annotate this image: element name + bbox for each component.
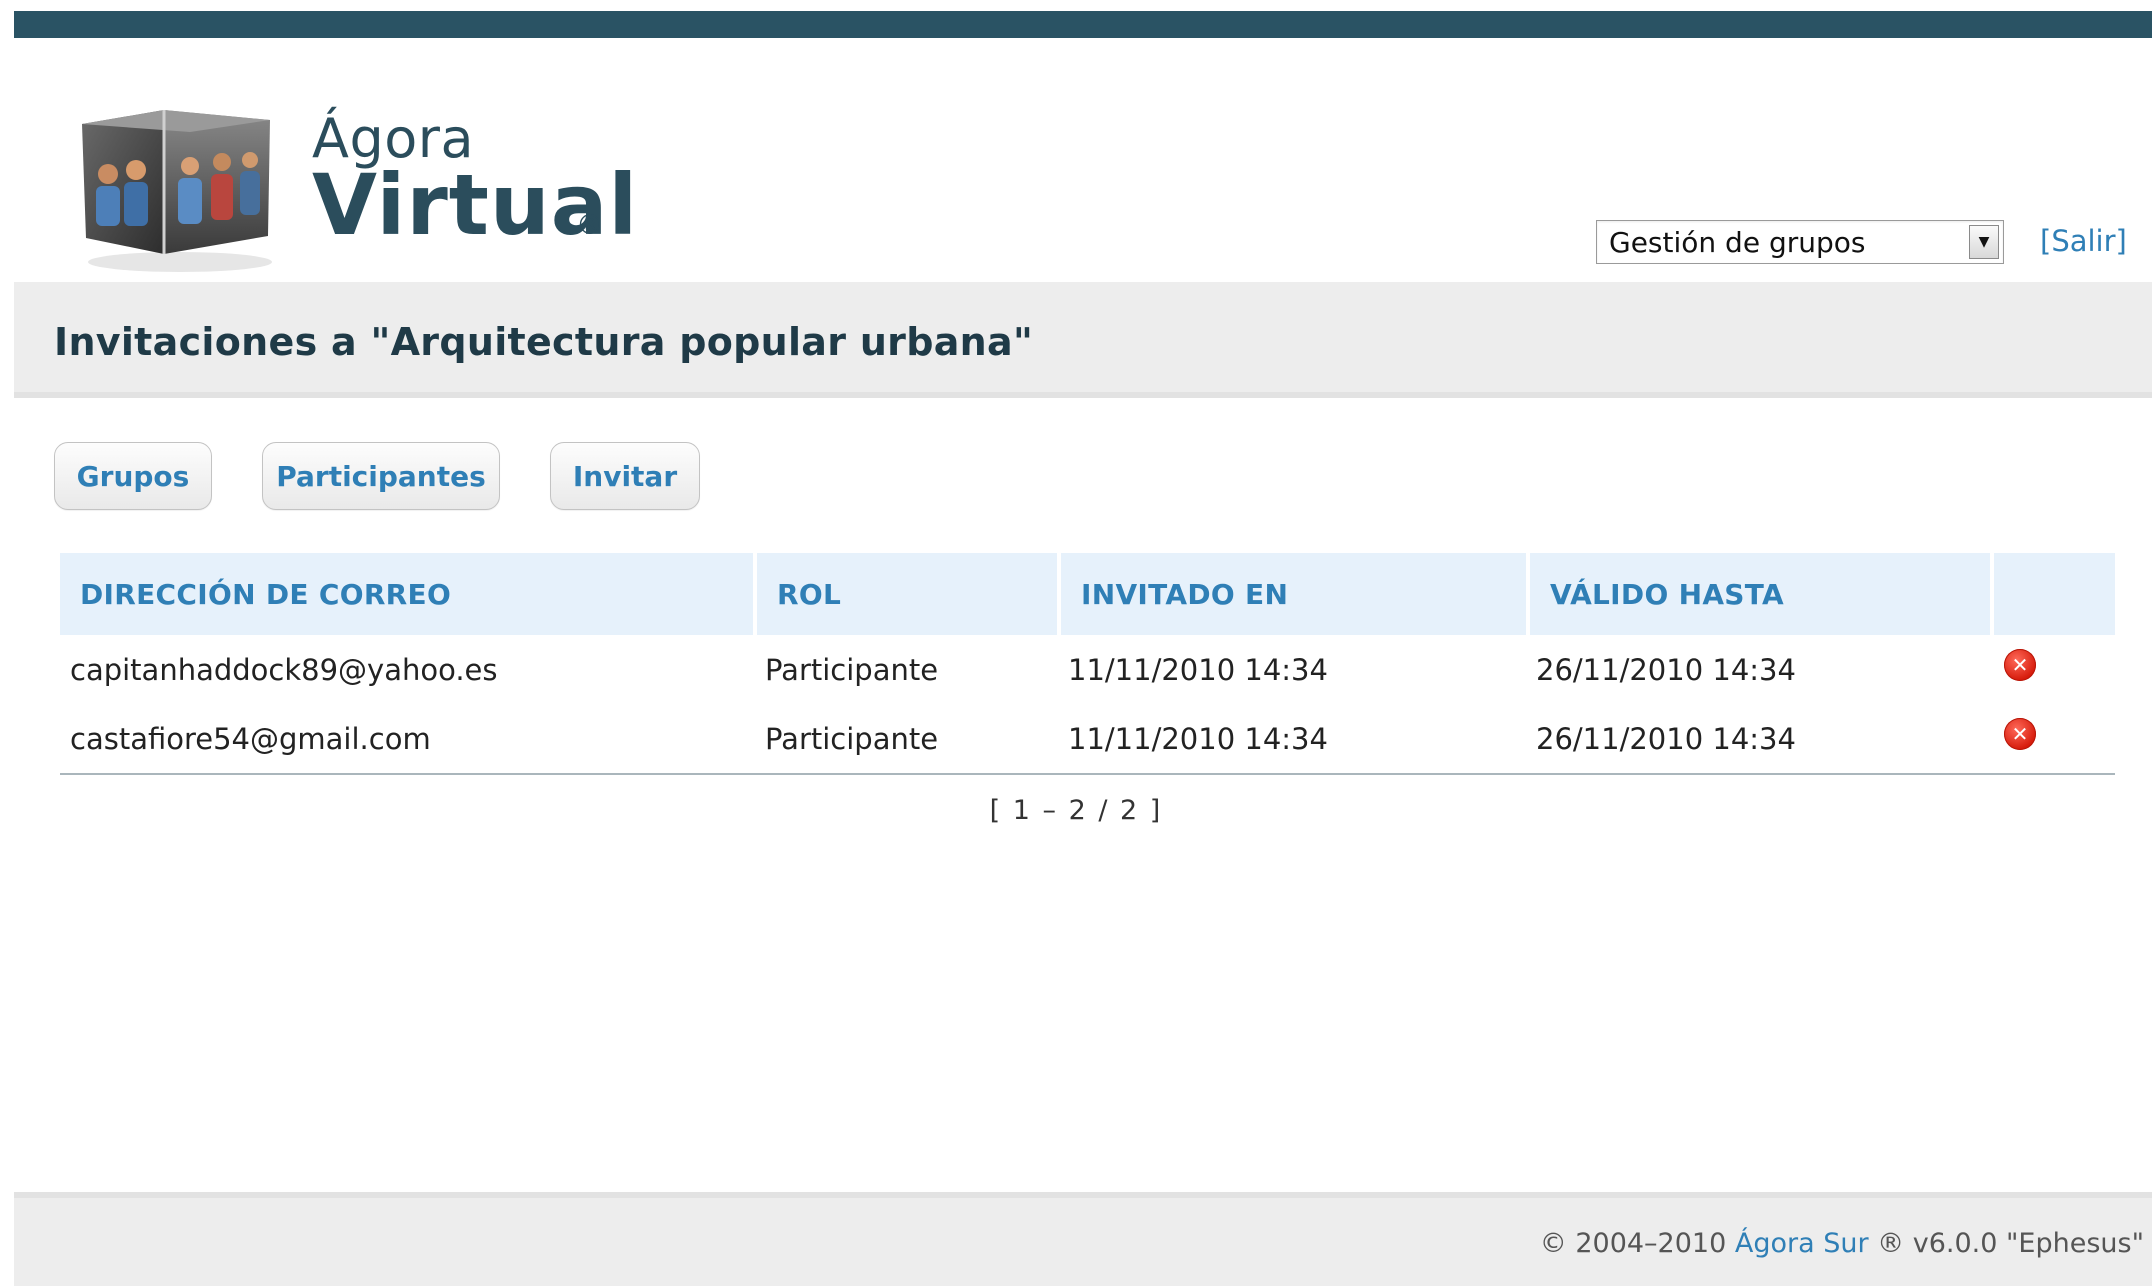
- page-title: Invitaciones a "Arquitectura popular urb…: [54, 320, 1034, 364]
- logout-link[interactable]: [Salir]: [2040, 224, 2127, 258]
- footer: © 2004–2010 Ágora Sur ® v6.0.0 "Ephesus": [14, 1192, 2152, 1286]
- chevron-down-icon[interactable]: ▼: [1969, 225, 1999, 259]
- participants-button[interactable]: Participantes: [262, 442, 500, 510]
- cell-email: capitanhaddock89@yahoo.es: [70, 652, 498, 687]
- header-role[interactable]: ROL: [757, 553, 1057, 635]
- cell-valid: 26/11/2010 14:34: [1536, 721, 1796, 756]
- registered-mark: ®: [576, 208, 604, 241]
- header-invited[interactable]: INVITADO EN: [1061, 553, 1526, 635]
- footer-text: © 2004–2010 Ágora Sur ® v6.0.0 "Ephesus": [1540, 1228, 2144, 1259]
- table-row: castafiore54@gmail.com Participante 11/1…: [60, 704, 2115, 773]
- top-bar: [14, 11, 2152, 38]
- invite-button[interactable]: Invitar: [550, 442, 700, 510]
- delete-icon[interactable]: ✕: [2004, 717, 2036, 750]
- agora-logo-icon: [82, 110, 272, 272]
- table-divider: [60, 773, 2115, 775]
- table-header: DIRECCIÓN DE CORREO ROL INVITADO EN VÁLI…: [60, 553, 2115, 635]
- section-select-value: Gestión de grupos: [1609, 225, 1866, 259]
- invitations-table: DIRECCIÓN DE CORREO ROL INVITADO EN VÁLI…: [60, 553, 2115, 775]
- section-select[interactable]: Gestión de grupos ▼: [1596, 220, 2004, 264]
- footer-copyright: © 2004–2010: [1539, 1228, 1735, 1259]
- page-edge: [0, 0, 14, 1286]
- table-row: capitanhaddock89@yahoo.es Participante 1…: [60, 635, 2115, 704]
- cell-invited: 11/11/2010 14:34: [1068, 652, 1328, 687]
- delete-icon[interactable]: ✕: [2004, 648, 2036, 681]
- header-valid[interactable]: VÁLIDO HASTA: [1530, 553, 1990, 635]
- header-email[interactable]: DIRECCIÓN DE CORREO: [60, 553, 753, 635]
- cell-email: castafiore54@gmail.com: [70, 721, 431, 756]
- pagination: [ 1 – 2 / 2 ]: [989, 795, 1163, 826]
- cell-valid: 26/11/2010 14:34: [1536, 652, 1796, 687]
- cell-role: Participante: [765, 652, 939, 687]
- footer-version: ® v6.0.0 "Ephesus": [1868, 1228, 2144, 1259]
- cell-action: ✕: [2004, 704, 2036, 773]
- footer-link[interactable]: Ágora Sur: [1735, 1228, 1869, 1259]
- header-action: [1994, 553, 2115, 635]
- cell-action: ✕: [2004, 635, 2036, 704]
- title-band: Invitaciones a "Arquitectura popular urb…: [14, 282, 2152, 398]
- groups-button[interactable]: Grupos: [54, 442, 212, 510]
- cell-role: Participante: [765, 721, 939, 756]
- cell-invited: 11/11/2010 14:34: [1068, 721, 1328, 756]
